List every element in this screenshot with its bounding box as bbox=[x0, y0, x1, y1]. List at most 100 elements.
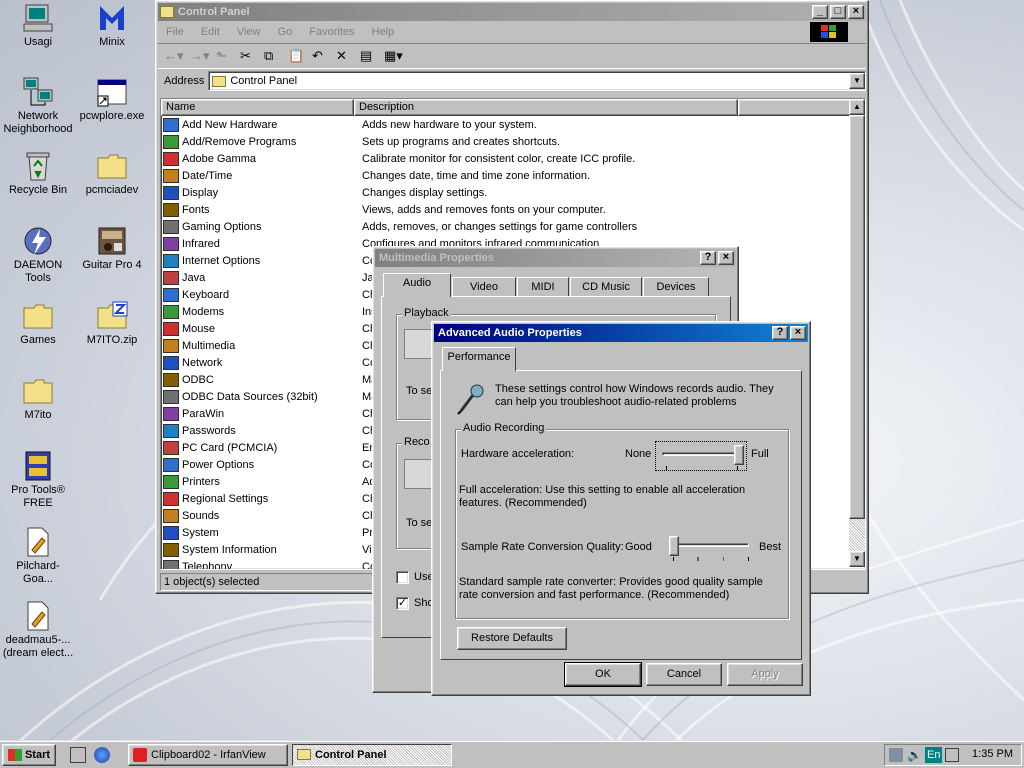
control-panel-applet-icon bbox=[163, 407, 179, 421]
tab-audio[interactable]: Audio bbox=[383, 273, 451, 297]
paste-icon[interactable]: 📋 bbox=[288, 48, 308, 64]
close-button[interactable]: × bbox=[848, 5, 864, 19]
copy-icon[interactable]: ⧉ bbox=[264, 48, 284, 64]
desktop-icon-label: Games bbox=[20, 334, 56, 346]
desktop-icon-m7ito-zip[interactable]: M7ITO.zip bbox=[74, 300, 150, 347]
tray-device-icon[interactable] bbox=[889, 748, 903, 762]
list-item[interactable]: Add New Hardware Adds new hardware to you… bbox=[161, 117, 849, 134]
menu-file[interactable]: File bbox=[166, 26, 184, 38]
desktop-icon-minix[interactable]: Minix bbox=[74, 2, 150, 49]
delete-icon[interactable]: ✕ bbox=[336, 48, 356, 64]
daemon-tools-icon bbox=[22, 225, 54, 257]
task-control-panel[interactable]: Control Panel bbox=[292, 744, 452, 766]
desktop-icon-games[interactable]: Games bbox=[0, 300, 76, 347]
tab-performance[interactable]: Performance bbox=[442, 347, 516, 371]
quick-launch-desktop-icon[interactable] bbox=[70, 747, 86, 763]
item-description: Calibrate monitor for consistent color, … bbox=[362, 153, 636, 165]
item-name: Keyboard bbox=[182, 289, 230, 301]
tray-language[interactable]: En bbox=[925, 747, 943, 763]
item-name: Add New Hardware bbox=[182, 119, 278, 131]
menu-help[interactable]: Help bbox=[372, 26, 395, 38]
playback-label: Playback bbox=[402, 307, 451, 319]
desktop-icon-network[interactable]: Network Neighborhood bbox=[0, 76, 76, 136]
properties-icon[interactable]: ▤ bbox=[360, 48, 380, 64]
item-name: Passwords bbox=[182, 425, 236, 437]
desktop-icon-deadmau5[interactable]: deadmau5-...(dream elect... bbox=[0, 600, 76, 660]
scroll-up-button[interactable]: ▲ bbox=[849, 99, 865, 115]
scroll-thumb[interactable] bbox=[849, 115, 865, 519]
volume-icon[interactable]: 🔈 bbox=[907, 748, 922, 762]
minimize-button[interactable]: _ bbox=[812, 5, 828, 19]
desktop-icon-m7ito[interactable]: M7ito bbox=[0, 375, 76, 422]
undo-icon[interactable]: ↶ bbox=[312, 48, 332, 64]
apply-button[interactable]: Apply bbox=[727, 663, 803, 686]
desktop-icon-usagi[interactable]: Usagi bbox=[0, 2, 76, 49]
list-item[interactable]: Fonts Views, adds and removes fonts on yo… bbox=[161, 202, 849, 219]
list-item[interactable]: Gaming Options Adds, removes, or changes … bbox=[161, 219, 849, 236]
src-slider-ticks bbox=[673, 557, 749, 561]
task-irfanview[interactable]: Clipboard02 - IrfanView bbox=[128, 744, 288, 766]
close-button[interactable]: × bbox=[718, 251, 734, 265]
item-name: Gaming Options bbox=[182, 221, 262, 233]
hw-accel-label: Hardware acceleration: bbox=[461, 448, 575, 460]
control-panel-applet-icon bbox=[163, 441, 179, 455]
ok-button[interactable]: OK bbox=[564, 662, 642, 687]
up-folder-icon[interactable]: ⬑ bbox=[216, 48, 236, 64]
restore-defaults-button[interactable]: Restore Defaults bbox=[457, 627, 567, 650]
scroll-down-button[interactable]: ▼ bbox=[849, 551, 865, 567]
menu-edit[interactable]: Edit bbox=[201, 26, 220, 38]
hw-accel-slider[interactable] bbox=[655, 441, 747, 471]
list-item[interactable]: Display Changes display settings. bbox=[161, 185, 849, 202]
close-button[interactable]: × bbox=[790, 326, 806, 340]
use-checkbox[interactable] bbox=[396, 571, 409, 584]
multimedia-titlebar[interactable]: Multimedia Properties ? × bbox=[375, 249, 736, 267]
tab-cd-music[interactable]: CD Music bbox=[570, 277, 642, 297]
tab-devices[interactable]: Devices bbox=[643, 277, 709, 297]
help-button[interactable]: ? bbox=[700, 251, 716, 265]
sample-rate-slider[interactable] bbox=[665, 533, 751, 563]
cut-icon[interactable]: ✂ bbox=[240, 48, 260, 64]
show-checkbox[interactable]: ✓ bbox=[396, 597, 409, 610]
desktop-icon-label: Network Neighborhood bbox=[3, 110, 73, 135]
advanced-audio-titlebar[interactable]: Advanced Audio Properties ? × bbox=[434, 324, 808, 342]
help-button[interactable]: ? bbox=[772, 326, 788, 340]
desktop-icon-label: Pilchard-Goa... bbox=[16, 560, 60, 585]
desktop-icon-pcwplore[interactable]: pcwplore.exe bbox=[74, 76, 150, 123]
cancel-button[interactable]: Cancel bbox=[646, 663, 722, 686]
list-item[interactable]: Adobe Gamma Calibrate monitor for consist… bbox=[161, 151, 849, 168]
list-item[interactable]: Add/Remove Programs Sets up programs and … bbox=[161, 134, 849, 151]
desktop-icon-recycle-bin[interactable]: Recycle Bin bbox=[0, 150, 76, 197]
hw-slider-thumb[interactable] bbox=[734, 445, 744, 465]
control-panel-applet-icon bbox=[163, 475, 179, 489]
desktop-icon-pilchard[interactable]: Pilchard-Goa... bbox=[0, 526, 76, 586]
control-panel-titlebar[interactable]: Control Panel _ □ × bbox=[158, 3, 866, 21]
back-icon[interactable]: ←▾ bbox=[164, 48, 186, 64]
column-header-name[interactable]: Name bbox=[161, 99, 354, 116]
address-field[interactable]: Control Panel ▼ bbox=[208, 71, 866, 91]
src-slider-thumb[interactable] bbox=[669, 536, 679, 556]
recycle-bin-icon bbox=[22, 150, 54, 182]
maximize-button[interactable]: □ bbox=[830, 5, 846, 19]
quick-launch-browser-icon[interactable] bbox=[94, 747, 110, 763]
desktop-icon-label: Minix bbox=[99, 36, 125, 48]
advanced-audio-dialog[interactable]: Advanced Audio Properties ? × Performanc… bbox=[431, 321, 811, 696]
desktop-icon-daemon-tools[interactable]: DAEMON Tools bbox=[0, 225, 76, 285]
tray-network-icon[interactable] bbox=[945, 748, 959, 762]
forward-icon[interactable]: →▾ bbox=[190, 48, 212, 64]
desktop-icon-guitar-pro[interactable]: Guitar Pro 4 bbox=[74, 225, 150, 272]
address-dropdown-button[interactable]: ▼ bbox=[849, 73, 865, 89]
tab-midi[interactable]: MIDI bbox=[517, 277, 569, 297]
audio-file-icon bbox=[22, 600, 54, 632]
menu-view[interactable]: View bbox=[237, 26, 261, 38]
views-icon[interactable]: ▦▾ bbox=[384, 48, 410, 64]
menu-go[interactable]: Go bbox=[278, 26, 293, 38]
list-item[interactable]: Date/Time Changes date, time and time zon… bbox=[161, 168, 849, 185]
tab-video[interactable]: Video bbox=[452, 277, 516, 297]
control-panel-applet-icon bbox=[163, 135, 179, 149]
column-header-description[interactable]: Description bbox=[354, 99, 738, 116]
desktop-icon-pro-tools[interactable]: Pro Tools® FREE bbox=[0, 450, 76, 510]
desktop-icon-pcmciadev[interactable]: pcmciadev bbox=[74, 150, 150, 197]
start-button[interactable]: Start bbox=[2, 744, 56, 766]
vertical-scrollbar[interactable]: ▲ ▼ bbox=[849, 99, 865, 567]
menu-favorites[interactable]: Favorites bbox=[309, 26, 354, 38]
